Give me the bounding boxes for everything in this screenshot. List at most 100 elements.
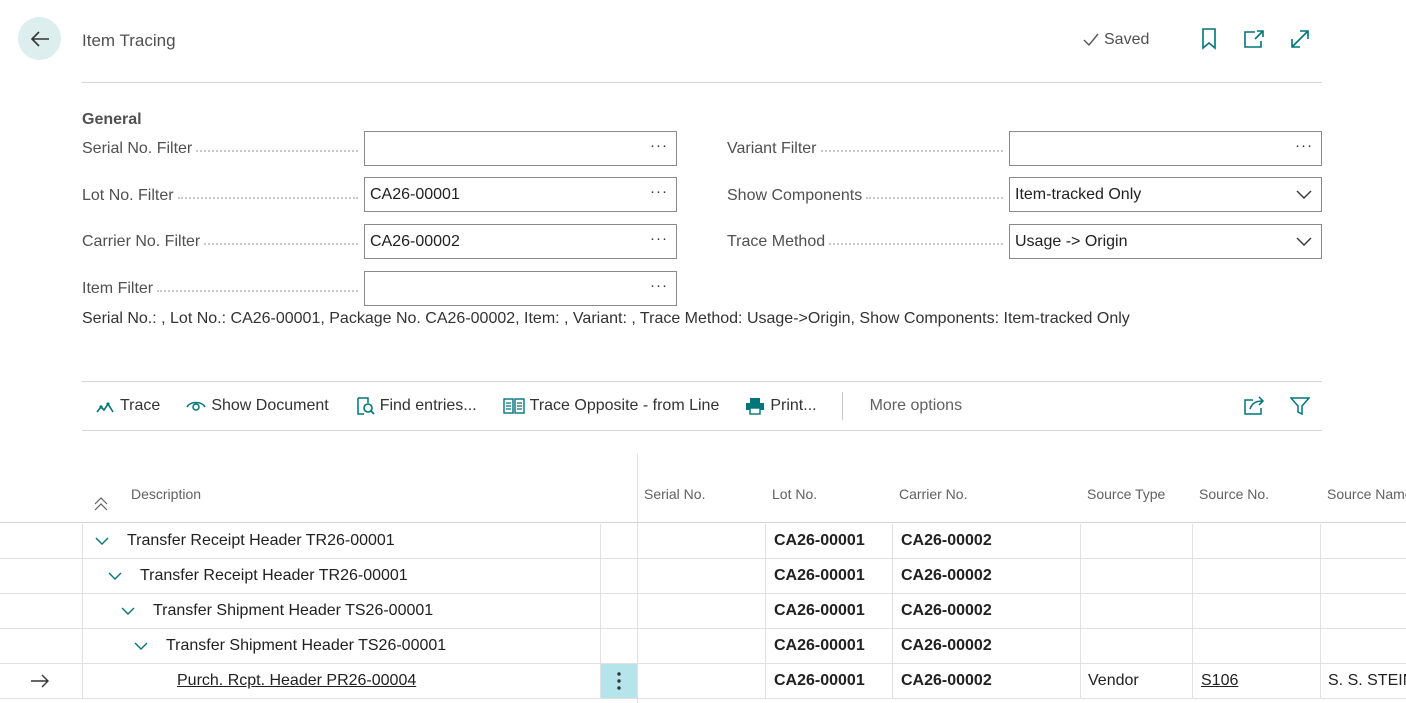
trace-method-label: Trace Method	[727, 225, 1009, 259]
find-entries-action[interactable]: Find entries...	[342, 382, 490, 430]
trace-action-label: Trace	[120, 397, 161, 414]
checkmark-icon	[1083, 33, 1099, 47]
collapse-all-button[interactable]	[93, 496, 109, 517]
row-source-type	[1088, 629, 1193, 663]
print-action[interactable]: Print...	[732, 382, 829, 430]
variant-filter-input[interactable]: ···	[1009, 131, 1322, 166]
expand-button[interactable]	[1288, 27, 1312, 51]
saved-status: Saved	[1082, 31, 1149, 49]
cell-divider	[600, 594, 601, 628]
cell-divider	[765, 629, 766, 663]
row-actions-menu-button[interactable]	[601, 664, 637, 698]
column-header-serial-no[interactable]: Serial No.	[644, 486, 705, 502]
row-source-type	[1088, 524, 1193, 558]
cell-divider	[765, 559, 766, 593]
lot-no-filter-input[interactable]: CA26-00001 ···	[364, 177, 677, 212]
serial-no-filter-label: Serial No. Filter	[82, 132, 364, 166]
show-document-action-label: Show Document	[211, 397, 329, 414]
cell-divider	[600, 629, 601, 663]
column-header-source-name[interactable]: Source Name	[1327, 486, 1406, 502]
row-lot-no: CA26-00001	[774, 532, 865, 549]
item-filter-label-text: Item Filter	[82, 280, 154, 297]
find-entries-icon	[356, 397, 375, 415]
row-serial-no	[644, 594, 764, 628]
trace-icon	[96, 402, 114, 413]
action-bar: Trace Show Document Find entries... Trac…	[82, 381, 1322, 431]
lot-no-filter-lookup-button[interactable]: ···	[642, 183, 676, 206]
variant-filter-lookup-button[interactable]: ···	[1287, 137, 1321, 160]
open-new-window-button[interactable]	[1242, 27, 1266, 51]
cell-divider	[637, 524, 638, 558]
bookmark-icon	[1202, 28, 1216, 50]
cell-divider	[82, 559, 83, 593]
row-description: Transfer Receipt Header TR26-00001	[127, 532, 395, 549]
table-row[interactable]: Transfer Shipment Header TS26-00001 CA26-…	[0, 629, 1406, 664]
share-icon	[1244, 396, 1265, 415]
item-filter-label: Item Filter	[82, 272, 364, 306]
row-description: Transfer Receipt Header TR26-00001	[140, 567, 408, 584]
trace-action[interactable]: Trace	[82, 382, 173, 430]
double-chevron-up-icon	[94, 497, 108, 511]
show-components-select[interactable]: Item-tracked Only	[1009, 177, 1322, 212]
grid-header-divider	[0, 522, 1406, 523]
trace-opposite-icon	[502, 398, 525, 414]
carrier-no-filter-input[interactable]: CA26-00002 ···	[364, 224, 677, 259]
row-carrier-no: CA26-00002	[901, 637, 992, 654]
trace-method-label-text: Trace Method	[727, 233, 826, 250]
filter-pane-button[interactable]	[1288, 394, 1312, 418]
expand-collapse-chevron-icon[interactable]	[134, 629, 152, 663]
cell-divider	[82, 629, 83, 663]
trace-opposite-action-label: Trace Opposite - from Line	[529, 397, 720, 414]
table-row[interactable]: Transfer Receipt Header TR26-00001 CA26-0…	[0, 559, 1406, 594]
column-header-source-type[interactable]: Source Type	[1087, 486, 1165, 502]
column-header-carrier-no[interactable]: Carrier No.	[899, 486, 967, 502]
cell-divider	[82, 664, 83, 698]
row-carrier-no: CA26-00002	[901, 532, 992, 549]
bookmark-button[interactable]	[1197, 27, 1221, 51]
leader-dots	[829, 243, 1003, 245]
trace-opposite-action[interactable]: Trace Opposite - from Line	[490, 382, 733, 430]
current-row-arrow-icon	[30, 664, 52, 698]
trace-method-select[interactable]: Usage -> Origin	[1009, 224, 1322, 259]
serial-no-filter-input[interactable]: ···	[364, 131, 677, 166]
expand-collapse-chevron-icon[interactable]	[108, 559, 126, 593]
cell-divider	[600, 524, 601, 558]
row-source-no[interactable]: S106	[1201, 664, 1321, 698]
leader-dots	[866, 197, 1003, 199]
row-source-no	[1201, 594, 1321, 628]
column-header-source-no[interactable]: Source No.	[1199, 486, 1269, 502]
carrier-no-filter-lookup-button[interactable]: ···	[642, 230, 676, 253]
cell-divider	[82, 594, 83, 628]
cell-divider	[637, 594, 638, 628]
column-header-description[interactable]: Description	[131, 486, 201, 502]
expand-collapse-chevron-icon[interactable]	[95, 524, 113, 558]
row-source-name	[1328, 524, 1406, 558]
table-row[interactable]: Purch. Rcpt. Header PR26-00004 CA26-00001…	[0, 664, 1406, 699]
carrier-no-filter-label: Carrier No. Filter	[82, 225, 364, 259]
item-filter-lookup-button[interactable]: ···	[642, 277, 676, 300]
back-button[interactable]	[18, 17, 61, 60]
row-lot-no: CA26-00001	[774, 637, 865, 654]
column-header-lot-no[interactable]: Lot No.	[772, 486, 817, 502]
row-lot-no: CA26-00001	[774, 602, 865, 619]
share-button[interactable]	[1242, 394, 1266, 418]
row-source-type	[1088, 594, 1193, 628]
table-row[interactable]: Transfer Shipment Header TS26-00001 CA26-…	[0, 594, 1406, 629]
cell-divider	[637, 664, 638, 698]
expand-collapse-chevron-icon[interactable]	[121, 594, 139, 628]
eye-icon	[186, 401, 206, 411]
print-action-label: Print...	[770, 397, 817, 414]
header-divider	[82, 82, 1322, 83]
serial-no-filter-lookup-button[interactable]: ···	[642, 137, 676, 160]
variant-filter-label-text: Variant Filter	[727, 140, 817, 157]
show-document-action[interactable]: Show Document	[173, 382, 341, 430]
carrier-no-filter-label-text: Carrier No. Filter	[82, 233, 201, 250]
table-row[interactable]: Transfer Receipt Header TR26-00001 CA26-0…	[0, 524, 1406, 559]
row-lot-no: CA26-00001	[774, 567, 865, 584]
cell-divider	[600, 559, 601, 593]
more-options-button[interactable]: More options	[856, 382, 976, 430]
arrow-left-icon	[30, 30, 49, 47]
row-description[interactable]: Purch. Rcpt. Header PR26-00004	[177, 664, 597, 698]
row-carrier-no: CA26-00002	[901, 567, 992, 584]
item-filter-input[interactable]: ···	[364, 271, 677, 306]
